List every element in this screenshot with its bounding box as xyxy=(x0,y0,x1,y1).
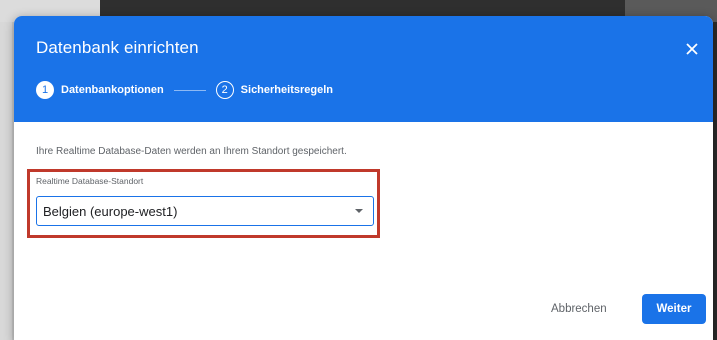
setup-database-dialog: Datenbank einrichten 1 Datenbankoptionen… xyxy=(14,16,713,340)
location-field-label: Realtime Database-Standort xyxy=(36,176,144,186)
continue-button[interactable]: Weiter xyxy=(642,294,706,324)
step-connector xyxy=(173,89,206,91)
location-select-value: Belgien (europe-west1) xyxy=(43,203,178,219)
info-text: Ihre Realtime Database-Daten werden an I… xyxy=(36,146,347,157)
dropdown-arrow-icon xyxy=(355,209,363,213)
dialog-title: Datenbank einrichten xyxy=(36,38,199,57)
step-2-label: Sicherheitsregeln xyxy=(240,84,333,96)
close-icon xyxy=(686,43,698,55)
stepper: 1 Datenbankoptionen 2 Sicherheitsregeln xyxy=(36,81,333,99)
step-2-indicator: 2 xyxy=(215,81,234,99)
cancel-button[interactable]: Abbrechen xyxy=(541,294,617,324)
location-select[interactable]: Belgien (europe-west1) xyxy=(36,196,374,226)
backdrop-left xyxy=(0,22,12,340)
dialog-header: Datenbank einrichten 1 Datenbankoptionen… xyxy=(14,16,713,122)
dialog-actions: Abbrechen Weiter xyxy=(14,290,713,330)
step-1-indicator: 1 xyxy=(36,81,54,99)
step-1-label: Datenbankoptionen xyxy=(61,84,164,96)
close-button[interactable] xyxy=(681,38,703,60)
